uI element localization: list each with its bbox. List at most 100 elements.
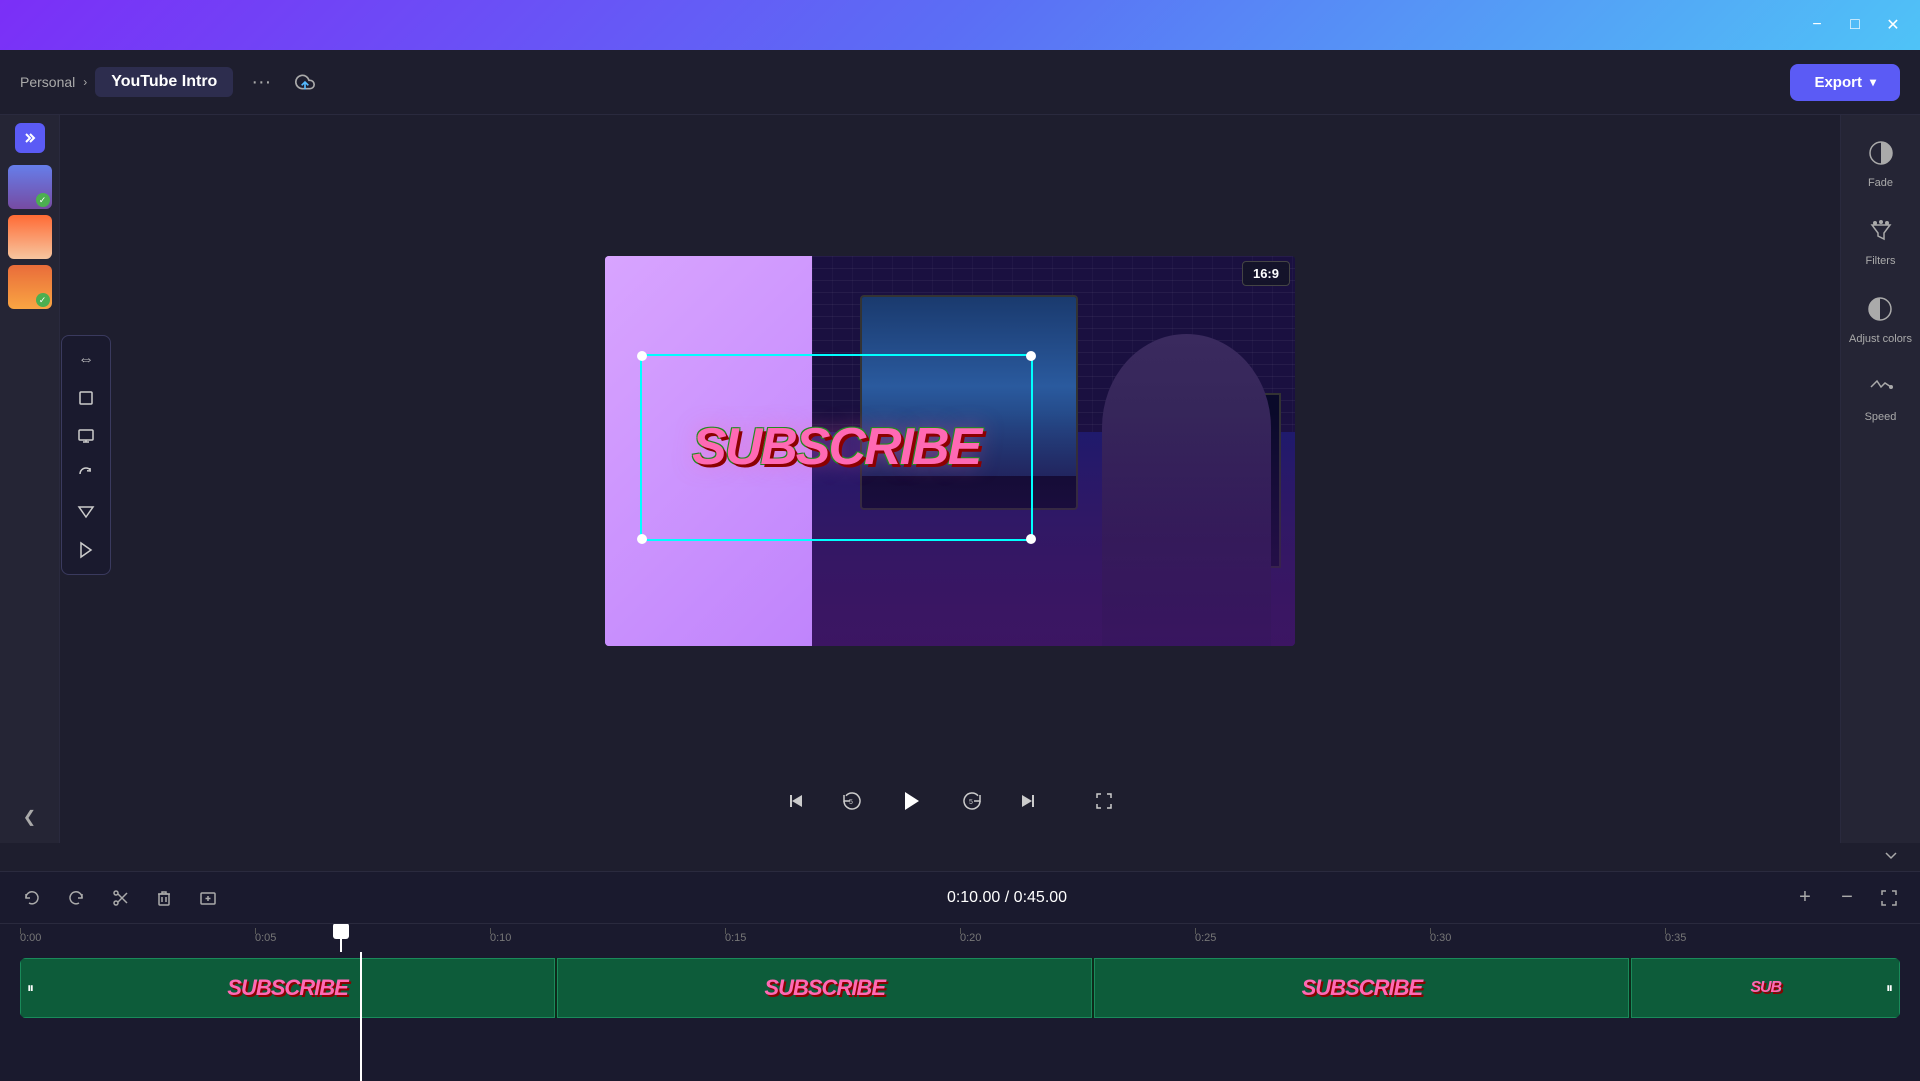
main-container: Personal › YouTube Intro ··· Export ▾ — [0, 50, 1920, 1081]
playhead-marker[interactable] — [333, 924, 349, 939]
flip-v-tool-button[interactable] — [68, 494, 104, 530]
aspect-ratio-badge[interactable]: 16:9 — [1242, 261, 1290, 286]
track-segment-2[interactable]: SUBSCRIBE — [557, 958, 1092, 1018]
checkmark-icon: ✓ — [36, 293, 50, 307]
playback-controls: 5 5 — [778, 779, 1122, 823]
svg-text:5: 5 — [969, 799, 973, 806]
timeline-area: 0:10.00 / 0:45.00 + − 0:00 0:05 0:10 — [0, 871, 1920, 1081]
thumbnail-item[interactable]: ✓ — [8, 165, 52, 209]
resize-tool-button[interactable]: ⇔ — [68, 342, 104, 378]
adjust-colors-icon — [1862, 291, 1898, 327]
ruler-mark-1: 0:05 — [255, 932, 490, 944]
undo-button[interactable] — [16, 882, 48, 914]
timeline-toolbar: 0:10.00 / 0:45.00 + − — [0, 872, 1920, 924]
left-panel: ✓ ✓ ❮ — [0, 115, 60, 843]
breadcrumb: Personal › YouTube Intro — [20, 67, 233, 97]
time-separator: / — [1005, 889, 1014, 906]
timeline-track-area[interactable]: ⏸ SUBSCRIBE SUBSCRIBE SUBSCRIBE ⏸ SUB — [0, 952, 1920, 1081]
maximize-button[interactable]: □ — [1840, 10, 1870, 40]
track-segment-1[interactable]: ⏸ SUBSCRIBE — [20, 958, 555, 1018]
ruler-marks: 0:00 0:05 0:10 0:15 0:20 0:25 0:30 0:35 — [20, 932, 1900, 944]
segment-text-2: SUBSCRIBE — [764, 975, 885, 1001]
video-preview-wrapper: SUBSCRIBE 16:9 — [80, 135, 1820, 767]
tool-panel: ⇔ — [61, 335, 111, 575]
delete-button[interactable] — [148, 882, 180, 914]
crop-tool-button[interactable] — [68, 380, 104, 416]
track-segment-4[interactable]: ⏸ SUB — [1631, 958, 1900, 1018]
adjust-colors-label: Adjust colors — [1849, 333, 1912, 345]
display-tool-button[interactable] — [68, 418, 104, 454]
skip-to-end-button[interactable] — [1010, 783, 1046, 819]
collapse-panel-button[interactable]: ❮ — [15, 799, 44, 835]
ruler-mark-0: 0:00 — [20, 932, 255, 944]
filters-label: Filters — [1866, 255, 1896, 267]
total-time: 0:45.00 — [1014, 889, 1067, 906]
checkmark-icon: ✓ — [36, 193, 50, 207]
video-background — [605, 256, 1295, 646]
close-button[interactable]: ✕ — [1878, 10, 1908, 40]
rewind-5s-button[interactable]: 5 — [834, 783, 870, 819]
top-bar: Personal › YouTube Intro ··· Export ▾ — [0, 50, 1920, 115]
title-bar: − □ ✕ — [0, 0, 1920, 50]
project-title[interactable]: YouTube Intro — [95, 67, 233, 97]
segment-text-3: SUBSCRIBE — [1302, 975, 1423, 1001]
breadcrumb-personal[interactable]: Personal — [20, 74, 75, 90]
ruler-mark-2: 0:10 — [490, 932, 725, 944]
pause-icon-left: ⏸ — [27, 980, 34, 997]
ruler-mark-5: 0:25 — [1195, 932, 1430, 944]
gaming-desk — [812, 412, 1295, 646]
fade-label: Fade — [1868, 177, 1893, 189]
thumbnail-item[interactable] — [8, 215, 52, 259]
more-options-button[interactable]: ··· — [243, 67, 279, 98]
rotate-tool-button[interactable] — [68, 456, 104, 492]
cloud-sync-button[interactable] — [289, 66, 321, 98]
segment-text-4: SUB — [1750, 979, 1781, 997]
fit-timeline-button[interactable] — [1874, 883, 1904, 913]
cut-button[interactable] — [104, 882, 136, 914]
fullscreen-button[interactable] — [1086, 783, 1122, 819]
adjust-colors-tool[interactable]: Adjust colors — [1849, 291, 1912, 345]
video-right — [812, 256, 1295, 646]
export-button[interactable]: Export ▾ — [1790, 64, 1900, 101]
forward-5s-button[interactable]: 5 — [954, 783, 990, 819]
speed-icon — [1863, 369, 1899, 405]
ruler-mark-7: 0:35 — [1665, 932, 1900, 944]
video-track: ⏸ SUBSCRIBE SUBSCRIBE SUBSCRIBE ⏸ SUB — [20, 958, 1900, 1018]
playhead-ruler — [340, 924, 342, 952]
svg-text:5: 5 — [849, 799, 853, 806]
panel-toggle-button[interactable] — [15, 123, 45, 153]
preview-area: ⇔ — [60, 115, 1840, 843]
track-segment-3[interactable]: SUBSCRIBE — [1094, 958, 1629, 1018]
video-preview[interactable]: SUBSCRIBE 16:9 — [605, 256, 1295, 646]
time-display: 0:10.00 / 0:45.00 — [236, 889, 1778, 907]
expand-row — [0, 843, 1920, 871]
fade-tool[interactable]: Fade — [1863, 135, 1899, 189]
redo-button[interactable] — [60, 882, 92, 914]
timeline-ruler[interactable]: 0:00 0:05 0:10 0:15 0:20 0:25 0:30 0:35 — [0, 924, 1920, 952]
skip-to-start-button[interactable] — [778, 783, 814, 819]
speed-label: Speed — [1865, 411, 1897, 423]
add-clip-button[interactable] — [192, 882, 224, 914]
video-left — [605, 256, 812, 646]
content-area: ✓ ✓ ❮ ⇔ — [0, 115, 1920, 843]
filters-icon — [1863, 213, 1899, 249]
thumbnail-item[interactable]: ✓ — [8, 265, 52, 309]
filters-tool[interactable]: Filters — [1863, 213, 1899, 267]
speed-tool[interactable]: Speed — [1863, 369, 1899, 423]
right-panel: Fade Filters — [1840, 115, 1920, 843]
minimize-button[interactable]: − — [1802, 10, 1832, 40]
expand-timeline-button[interactable] — [1882, 846, 1900, 869]
play-button[interactable] — [890, 779, 934, 823]
pause-icon-right: ⏸ — [1886, 980, 1893, 997]
segment-text-1: SUBSCRIBE — [227, 975, 348, 1001]
breadcrumb-arrow: › — [83, 75, 87, 89]
ruler-mark-3: 0:15 — [725, 932, 960, 944]
fade-icon — [1863, 135, 1899, 171]
ruler-mark-4: 0:20 — [960, 932, 1195, 944]
zoom-out-button[interactable]: − — [1832, 883, 1862, 913]
zoom-in-button[interactable]: + — [1790, 883, 1820, 913]
flip-h-tool-button[interactable] — [68, 532, 104, 568]
export-chevron-icon: ▾ — [1870, 75, 1876, 89]
current-time: 0:10.00 — [947, 889, 1000, 906]
ruler-mark-6: 0:30 — [1430, 932, 1665, 944]
